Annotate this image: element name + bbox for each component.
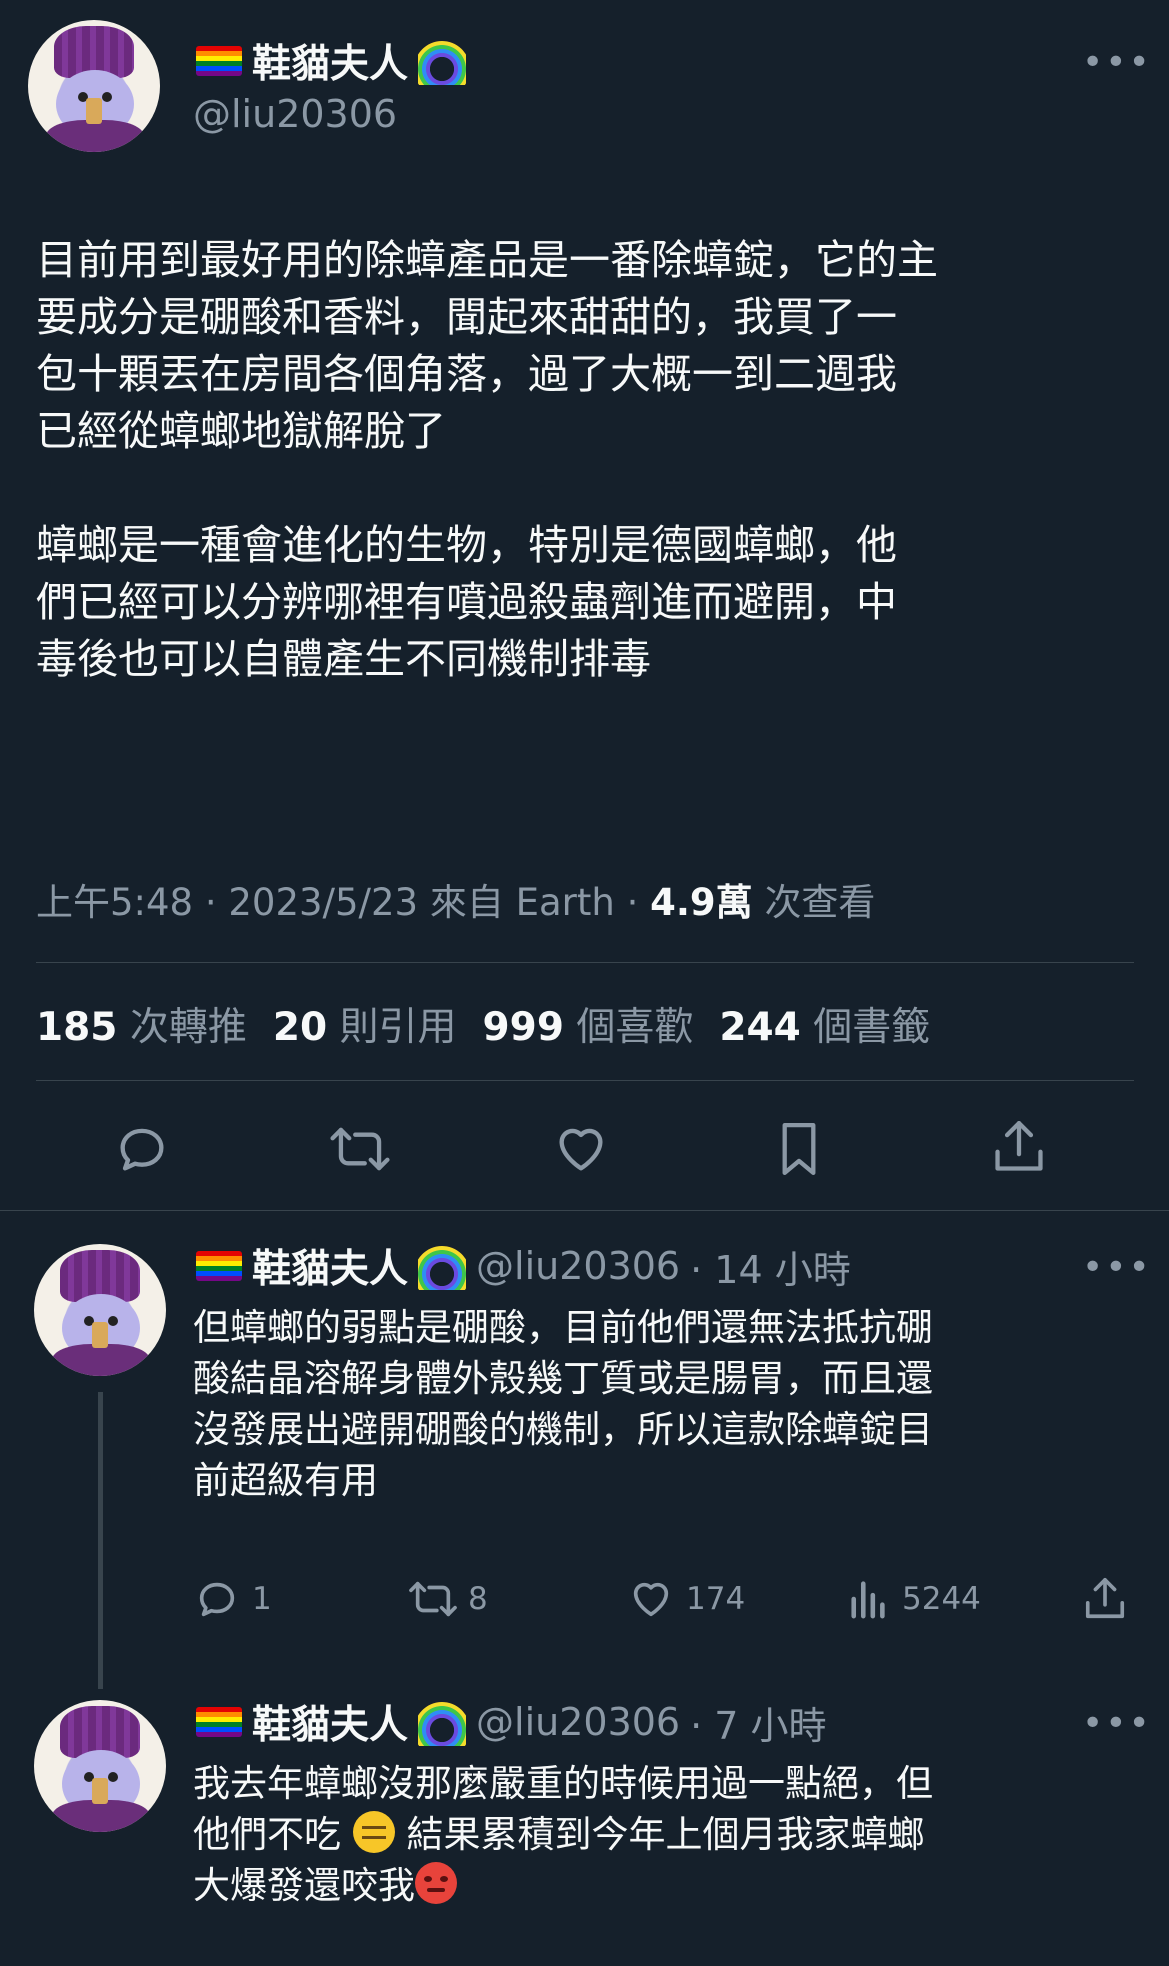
more-options-button[interactable]: •••: [1082, 42, 1152, 83]
retweet-icon[interactable]: [329, 1120, 391, 1178]
pride-flag-icon: [196, 1251, 242, 1281]
reply-icon: [194, 1576, 240, 1622]
reply-header: 鞋貓夫人 @liu20306 · 14 小時: [196, 1235, 851, 1297]
reply-action-reply[interactable]: 1: [194, 1576, 272, 1622]
reply-text-line: 我去年蟑螂沒那麼嚴重的時候用過一點絕，但: [193, 1762, 933, 1805]
reply-time[interactable]: · 14 小時: [690, 1239, 851, 1294]
view-count: 5244: [902, 1581, 981, 1617]
author-name-row[interactable]: 鞋貓夫人: [196, 30, 466, 92]
views-label: 次查看: [764, 881, 876, 924]
reply-header: 鞋貓夫人 @liu20306 · 7 小時: [196, 1691, 827, 1753]
pride-flag-icon: [196, 46, 242, 76]
reply-action-retweet[interactable]: 8: [408, 1576, 488, 1622]
rainbow-icon: [418, 37, 466, 85]
bookmark-icon[interactable]: [770, 1118, 828, 1180]
views-count: 4.9萬: [650, 881, 753, 924]
reply-author-name[interactable]: 鞋貓夫人: [252, 1238, 408, 1294]
author-handle[interactable]: @liu20306: [193, 92, 397, 136]
reply-text-line: 大爆發還咬我: [193, 1860, 1153, 1911]
pride-flag-icon: [196, 1707, 242, 1737]
thread-line: [98, 1392, 103, 1689]
reply-action-like[interactable]: 174: [628, 1576, 745, 1622]
views-icon: [848, 1576, 890, 1622]
reply-text: 但蟑螂的弱點是硼酸，目前他們還無法抵抗硼 酸結晶溶解身體外殼幾丁質或是腸胃，而且…: [193, 1306, 933, 1502]
reply-avatar[interactable]: [34, 1700, 166, 1832]
like-count: 174: [686, 1581, 746, 1617]
angry-face-icon: [415, 1862, 457, 1904]
retweet-icon: [408, 1576, 458, 1622]
tweet-stats: 185 次轉推 20 則引用 999 個喜歡 244 個書籤: [36, 996, 930, 1052]
tweet-text: 目前用到最好用的除蟑產品是一番除蟑錠，它的主 要成分是硼酸和香料，聞起來甜甜的，…: [36, 236, 938, 683]
reply-text-line: 他們不吃 結果累積到今年上個月我家蟑螂: [193, 1811, 925, 1856]
share-icon[interactable]: [1082, 1574, 1128, 1628]
reply-avatar[interactable]: [34, 1244, 166, 1376]
reply-author-name[interactable]: 鞋貓夫人: [252, 1694, 408, 1750]
bookmarks-stat[interactable]: 244 個書籤: [719, 996, 930, 1052]
likes-stat[interactable]: 999 個喜歡: [483, 996, 694, 1052]
reply-handle[interactable]: @liu20306: [476, 1244, 680, 1288]
reply-handle[interactable]: @liu20306: [476, 1700, 680, 1744]
rainbow-icon: [418, 1698, 466, 1746]
divider: [0, 1210, 1169, 1211]
retweet-count: 8: [468, 1581, 488, 1617]
reply-time[interactable]: · 7 小時: [690, 1695, 826, 1750]
divider: [36, 962, 1134, 963]
more-options-button[interactable]: •••: [1082, 1703, 1152, 1744]
share-icon[interactable]: [990, 1116, 1048, 1178]
like-icon: [628, 1576, 674, 1622]
reply-icon[interactable]: [113, 1120, 171, 1178]
more-options-button[interactable]: •••: [1082, 1247, 1152, 1288]
divider: [36, 1080, 1134, 1081]
reply-action-views[interactable]: 5244: [848, 1576, 981, 1622]
like-icon[interactable]: [552, 1120, 610, 1178]
reply-count: 1: [252, 1581, 272, 1617]
tweet-meta: 上午5:48 · 2023/5/23 來自 Earth · 4.9萬 次查看: [36, 872, 875, 926]
expressionless-face-icon: [352, 1811, 395, 1853]
retweets-stat[interactable]: 185 次轉推: [36, 996, 247, 1052]
rainbow-icon: [418, 1242, 466, 1290]
author-name: 鞋貓夫人: [252, 42, 409, 87]
quotes-stat[interactable]: 20 則引用: [273, 996, 457, 1052]
timestamp[interactable]: 上午5:48 · 2023/5/23 來自 Earth ·: [36, 881, 650, 924]
author-avatar[interactable]: [28, 20, 160, 152]
reply-text: 我去年蟑螂沒那麼嚴重的時候用過一點絕，但 他們不吃 結果累積到今年上個月我家蟑螂…: [193, 1758, 1153, 1911]
